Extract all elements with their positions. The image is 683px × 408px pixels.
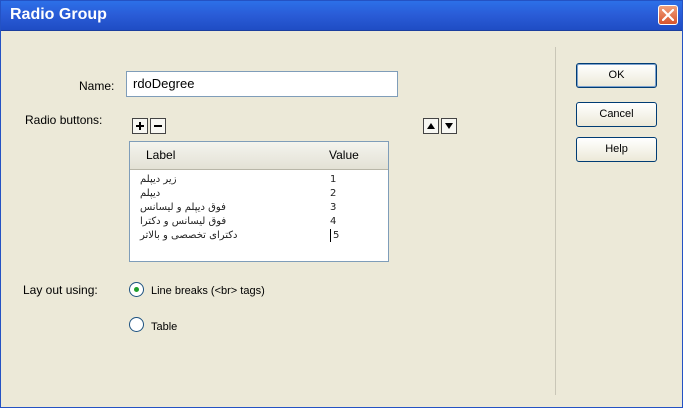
remove-button[interactable] — [150, 118, 166, 134]
radio-line-breaks[interactable] — [129, 282, 144, 297]
name-input[interactable]: rdoDegree — [126, 71, 398, 97]
list-item[interactable]: دکترای تخصصی و بالاتر 5 — [130, 229, 388, 242]
row-label: دیپلم — [140, 188, 161, 199]
help-button[interactable]: Help — [576, 137, 657, 162]
name-label: Name: — [79, 79, 115, 93]
add-button[interactable] — [132, 118, 148, 134]
move-up-button[interactable] — [423, 118, 439, 134]
radio-table-label[interactable]: Table — [151, 321, 177, 333]
radio-buttons-label: Radio buttons: — [25, 113, 103, 127]
row-label: دکترای تخصصی و بالاتر — [140, 230, 238, 241]
name-input-value: rdoDegree — [133, 76, 195, 91]
plus-icon — [136, 122, 144, 130]
close-button[interactable] — [658, 5, 678, 25]
close-icon — [662, 9, 674, 21]
radio-line-breaks-label[interactable]: Line breaks (<br> tags) — [151, 285, 265, 297]
title-bar: Radio Group — [1, 1, 682, 31]
ok-button[interactable]: OK — [576, 63, 657, 88]
radio-selected-dot — [134, 287, 139, 292]
row-value: 3 — [330, 202, 337, 213]
list-item[interactable]: فوق لیسانس و دکترا 4 — [130, 215, 388, 228]
row-label: فوق دیپلم و لیسانس — [140, 202, 226, 213]
window-title: Radio Group — [10, 6, 107, 23]
column-value[interactable]: Value — [329, 148, 359, 162]
list-item[interactable]: زیر دیپلم 1 — [130, 173, 388, 186]
list-item[interactable]: دیپلم 2 — [130, 187, 388, 200]
list-header: Label Value — [130, 142, 388, 170]
row-label: زیر دیپلم — [140, 174, 177, 185]
row-value: 4 — [330, 216, 337, 227]
row-value: 2 — [330, 188, 337, 199]
row-value: 1 — [330, 174, 337, 185]
arrow-down-icon — [445, 123, 453, 129]
list-item[interactable]: فوق دیپلم و لیسانس 3 — [130, 201, 388, 214]
minus-icon — [154, 125, 162, 127]
cancel-button[interactable]: Cancel — [576, 102, 657, 127]
radio-table[interactable] — [129, 317, 144, 332]
move-down-button[interactable] — [441, 118, 457, 134]
radio-list[interactable]: Label Value زیر دیپلم 1 دیپلم 2 فوق دیپل… — [129, 141, 389, 262]
row-value-editing[interactable]: 5 — [330, 229, 339, 242]
row-label: فوق لیسانس و دکترا — [140, 216, 227, 227]
radio-group-dialog: Radio Group Name: rdoDegree Radio button… — [0, 0, 683, 408]
arrow-up-icon — [427, 123, 435, 129]
column-label[interactable]: Label — [146, 148, 175, 162]
divider — [555, 47, 556, 395]
layout-label: Lay out using: — [23, 283, 98, 297]
